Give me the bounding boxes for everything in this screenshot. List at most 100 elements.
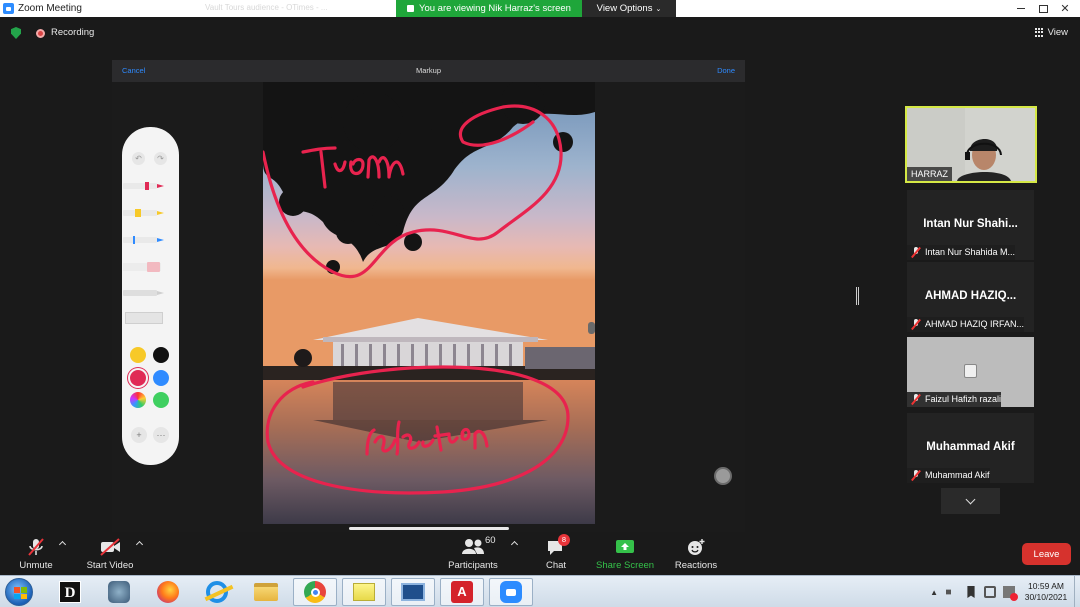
audio-options-caret-icon[interactable] (58, 540, 67, 549)
volume-icon[interactable] (946, 586, 956, 598)
shared-photo (263, 82, 595, 524)
folder-icon (254, 583, 278, 601)
taskbar-app-internet-explorer[interactable] (195, 578, 239, 606)
maximize-button[interactable] (1032, 0, 1054, 17)
share-screen-button[interactable]: Share Screen (596, 537, 654, 571)
participant-display-name: Intan Nur Shahi... (923, 218, 1018, 230)
unmute-button[interactable]: Unmute (14, 537, 58, 571)
title-bar: Zoom Meeting Vault Tours audience - OTim… (0, 0, 1080, 17)
video-tile-active-speaker[interactable]: HARRAZ (905, 106, 1037, 183)
show-hidden-icons-arrow[interactable]: ▲ (930, 588, 938, 597)
windows-taskbar: D A ▲ 10:59 AM 30/10/2021 (0, 575, 1080, 607)
participant-tile[interactable]: Intan Nur Shahi... Intan Nur Shahida M..… (907, 190, 1034, 260)
eraser-tip (147, 262, 160, 272)
color-swatch-yellow[interactable] (130, 347, 146, 363)
network-error-icon[interactable] (1003, 586, 1018, 601)
highlighter-tool[interactable] (123, 209, 167, 217)
view-options-label: View Options (596, 3, 653, 14)
chat-button[interactable]: 8 Chat (538, 534, 574, 571)
taskbar-app-chrome[interactable] (293, 578, 337, 606)
reactions-label: Reactions (674, 560, 718, 571)
share-screen-icon (616, 540, 634, 553)
chevron-down-icon (965, 494, 976, 504)
network-icon[interactable] (984, 586, 996, 598)
firefox-icon (157, 581, 179, 603)
chevron-down-icon: ⌄ (655, 5, 662, 13)
window-title: Zoom Meeting (18, 3, 82, 14)
zoom-window: Zoom Meeting Vault Tours audience - OTim… (0, 0, 1080, 607)
view-layout-button[interactable]: View (1034, 27, 1068, 38)
taskbar-app-zoom[interactable] (489, 578, 533, 606)
muted-mic-icon (911, 394, 921, 405)
screen-share-icon (407, 5, 415, 12)
more-options-icon[interactable]: ··· (153, 427, 169, 443)
participants-options-caret-icon[interactable] (510, 540, 519, 549)
show-desktop-button[interactable] (1074, 576, 1080, 607)
markup-header: Cancel Markup Done (112, 60, 745, 82)
pen-tool[interactable] (123, 182, 167, 190)
chrome-icon (304, 581, 326, 603)
color-picker-wheel[interactable] (130, 392, 146, 408)
markup-done-button[interactable]: Done (717, 66, 735, 75)
recording-label: Recording (51, 27, 95, 38)
reactions-icon (688, 539, 705, 555)
participant-display-name: AHMAD HAZIQ... (924, 290, 1017, 302)
view-label: View (1047, 27, 1068, 38)
participant-tile[interactable]: AHMAD HAZIQ... AHMAD HAZIQ IRFAN... (907, 262, 1034, 332)
pencil-tool[interactable] (123, 236, 167, 244)
leave-button[interactable]: Leave (1022, 543, 1071, 565)
dictionary-icon: D (59, 581, 81, 603)
windows-logo-icon (14, 587, 27, 599)
action-center-icon[interactable] (967, 586, 975, 598)
taskbar-app-firefox[interactable] (146, 578, 190, 606)
ruler-tool[interactable] (125, 312, 163, 324)
reactions-button[interactable]: Reactions (672, 537, 720, 571)
color-swatch-green[interactable] (153, 392, 169, 408)
chat-label: Chat (545, 560, 567, 571)
encryption-shield-icon[interactable] (11, 27, 21, 39)
add-icon[interactable]: + (131, 427, 147, 443)
participant-tile[interactable]: Faizul Hafizh razali (907, 337, 1034, 407)
sticky-notes-icon (353, 583, 375, 601)
participant-tile[interactable]: Muhammad Akif Muhammad Akif (907, 413, 1034, 483)
mosque-sunset-photo (263, 82, 595, 524)
view-options-button[interactable]: View Options ⌄ (582, 0, 676, 17)
video-off-icon (100, 538, 120, 556)
undo-icon[interactable]: ↶ (132, 152, 145, 165)
touch-indicator (714, 467, 732, 485)
system-tray: ▲ 10:59 AM 30/10/2021 (930, 576, 1080, 607)
more-participants-button[interactable] (941, 488, 1000, 514)
markup-tool-palette: ↶ ↷ + ··· (122, 127, 179, 465)
background-window-hint: Vault Tours audience - OTimes - ... (205, 3, 328, 12)
participant-display-name: Muhammad Akif (926, 441, 1015, 453)
color-swatch-black[interactable] (153, 347, 169, 363)
participants-icon (462, 539, 484, 554)
zoom-app-icon (3, 3, 14, 14)
remote-desktop-icon (401, 583, 425, 601)
muted-mic-icon (28, 538, 44, 556)
color-swatch-blue[interactable] (153, 370, 169, 386)
taskbar-app-dictionary[interactable]: D (48, 578, 92, 606)
color-swatch-red[interactable] (130, 370, 146, 386)
internet-explorer-icon (204, 581, 234, 603)
taskbar-app-game[interactable] (97, 578, 141, 606)
panel-splitter[interactable] (856, 287, 859, 305)
lasso-tool[interactable] (123, 289, 167, 297)
windows-start-button[interactable] (5, 578, 33, 606)
start-video-button[interactable]: Start Video (82, 537, 138, 571)
recording-icon (36, 29, 45, 38)
clock-date: 30/10/2021 (1024, 592, 1068, 602)
taskbar-app-remote-desktop[interactable] (391, 578, 435, 606)
participants-button[interactable]: 60 Participants (446, 535, 500, 571)
participant-name-label: AHMAD HAZIQ IRFAN... (907, 317, 1025, 332)
minimize-button[interactable] (1010, 0, 1032, 17)
redo-icon[interactable]: ↷ (154, 152, 167, 165)
taskbar-app-file-explorer[interactable] (244, 578, 288, 606)
close-button[interactable]: ✕ (1054, 0, 1076, 17)
share-screen-label: Share Screen (596, 560, 655, 571)
taskbar-app-acrobat[interactable]: A (440, 578, 484, 606)
taskbar-app-sticky-notes[interactable] (342, 578, 386, 606)
profile-picture-icon (964, 364, 977, 378)
taskbar-clock[interactable]: 10:59 AM 30/10/2021 (1022, 581, 1070, 603)
muted-mic-icon (911, 470, 921, 481)
